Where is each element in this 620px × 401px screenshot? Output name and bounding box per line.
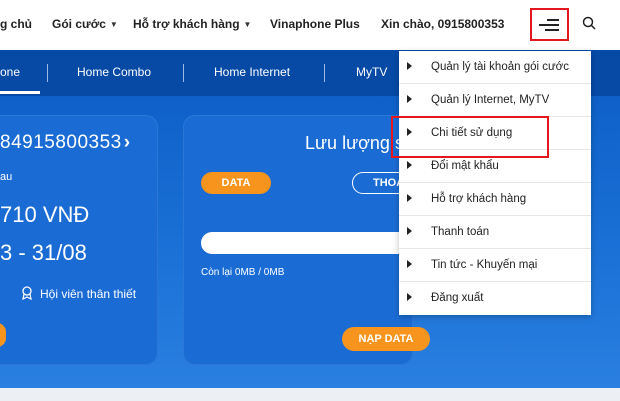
tab-data[interactable]: DATA bbox=[201, 172, 271, 194]
tab-divider bbox=[47, 64, 48, 82]
balance-amount: 710 VNĐ bbox=[0, 202, 90, 227]
menu-item-news-promotions[interactable]: Tin tức - Khuyến mại bbox=[399, 249, 591, 282]
top-navigation: g chủ Gói cước ▼ Hỗ trợ khách hàng ▼ Vinap… bbox=[0, 0, 620, 50]
tab-phone[interactable]: one bbox=[0, 65, 20, 79]
billing-period: 3 - 31/08 bbox=[0, 240, 87, 265]
user-greeting[interactable]: Xin chào, 0915800353 bbox=[381, 17, 504, 31]
nav-support-link[interactable]: Hỗ trợ khách hàng ▼ bbox=[133, 17, 251, 31]
chevron-down-icon: ▼ bbox=[109, 19, 118, 29]
caret-right-icon bbox=[407, 194, 412, 202]
usage-card-title: Lưu lượng s bbox=[305, 133, 404, 153]
caret-right-icon bbox=[407, 260, 412, 268]
caret-right-icon bbox=[407, 161, 412, 169]
chevron-right-icon: › bbox=[123, 132, 131, 153]
menu-item-payment[interactable]: Thanh toán bbox=[399, 216, 591, 249]
caret-right-icon bbox=[407, 62, 412, 70]
caret-right-icon bbox=[407, 95, 412, 103]
highlight-annotation-box bbox=[391, 116, 549, 158]
nav-vinaphone-plus-link[interactable]: Vinaphone Plus bbox=[270, 17, 360, 31]
tab-home-internet[interactable]: Home Internet bbox=[214, 65, 290, 79]
active-tab-indicator bbox=[0, 91, 40, 94]
caret-right-icon bbox=[407, 293, 412, 301]
top-up-data-button[interactable]: NẠP DATA bbox=[342, 327, 430, 351]
menu-item-customer-support[interactable]: Hỗ trợ khách hàng bbox=[399, 183, 591, 216]
menu-item-manage-internet-mytv[interactable]: Quản lý Internet, MyTV bbox=[399, 84, 591, 117]
page-section-divider bbox=[0, 388, 620, 401]
tab-divider bbox=[324, 64, 325, 82]
tab-mytv[interactable]: MyTV bbox=[356, 65, 387, 79]
balance-label: au bbox=[0, 171, 13, 183]
account-dropdown-menu: Quản lý tài khoản gói cước Quản lý Inter… bbox=[399, 51, 591, 315]
data-usage-progress-bar bbox=[201, 232, 411, 254]
phone-number[interactable]: 84915800353 › bbox=[0, 132, 131, 154]
menu-item-manage-account[interactable]: Quản lý tài khoản gói cước bbox=[399, 51, 591, 84]
medal-icon bbox=[22, 286, 32, 300]
search-icon[interactable] bbox=[582, 16, 596, 30]
chevron-down-icon: ▼ bbox=[243, 19, 252, 29]
menu-item-logout[interactable]: Đăng xuất bbox=[399, 282, 591, 315]
remaining-data-text: Còn lại 0MB / 0MB bbox=[201, 267, 285, 278]
membership-tier: Hội viên thân thiết bbox=[40, 287, 137, 301]
hamburger-menu-button[interactable] bbox=[530, 8, 569, 41]
nav-home-link[interactable]: g chủ bbox=[0, 17, 32, 31]
tab-divider bbox=[183, 64, 184, 82]
nav-packages-link[interactable]: Gói cước ▼ bbox=[52, 17, 118, 31]
tab-home-combo[interactable]: Home Combo bbox=[77, 65, 151, 79]
caret-right-icon bbox=[407, 227, 412, 235]
